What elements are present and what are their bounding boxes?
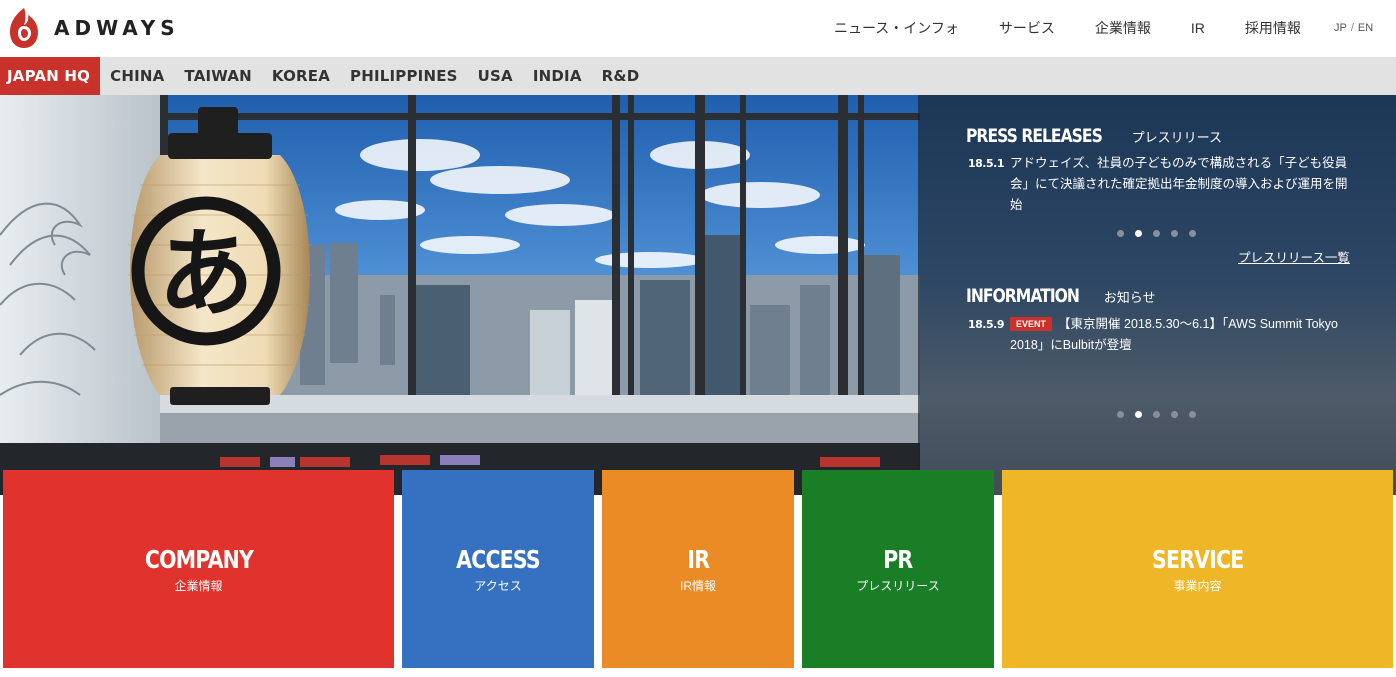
lang-jp[interactable]: JP bbox=[1334, 22, 1347, 34]
info-dot-1[interactable] bbox=[1117, 411, 1124, 418]
tab-japan-hq[interactable]: JAPAN HQ bbox=[0, 57, 101, 95]
info-title-en: INFORMATION bbox=[966, 285, 1080, 307]
press-text[interactable]: アドウェイズ、社員の子どものみで構成される「子ども役員会」にて決議された確定拠出… bbox=[1010, 153, 1358, 216]
tile-pr-subtitle: プレスリリース bbox=[856, 578, 940, 593]
tile-pr[interactable]: PR プレスリリース bbox=[802, 470, 994, 668]
language-switcher: JP / EN bbox=[1334, 22, 1373, 34]
category-tiles: COMPANY 企業情報 ACCESS アクセス IR IR情報 PR プレスリ… bbox=[0, 470, 1396, 677]
nav-recruit[interactable]: 採用情報 bbox=[1245, 18, 1301, 38]
press-dot-4[interactable] bbox=[1171, 230, 1178, 237]
press-release-list-link[interactable]: プレスリリース一覧 bbox=[1238, 247, 1350, 266]
event-badge: EVENT bbox=[1010, 317, 1053, 331]
information-item: 18.5.9 EVENT 【東京開催 2018.5.30〜6.1】「AWS Sum… bbox=[968, 314, 1358, 356]
press-dot-3[interactable] bbox=[1153, 230, 1160, 237]
tab-philippines[interactable]: PHILIPPINES bbox=[340, 57, 468, 95]
press-release-item: 18.5.1 アドウェイズ、社員の子どものみで構成される「子ども役員会」にて決議… bbox=[968, 153, 1358, 216]
information-heading: INFORMATION お知らせ bbox=[966, 285, 1156, 307]
info-text-wrap[interactable]: EVENT 【東京開催 2018.5.30〜6.1】「AWS Summit Tok… bbox=[1010, 314, 1358, 356]
tile-pr-title: PR bbox=[883, 544, 913, 574]
press-dot-2[interactable] bbox=[1135, 230, 1142, 237]
tile-ir-subtitle: IR情報 bbox=[679, 578, 716, 593]
tile-access-subtitle: アクセス bbox=[474, 578, 522, 593]
nav-news-info[interactable]: ニュース・インフォ bbox=[834, 18, 959, 38]
press-title-en: PRESS RELEASES bbox=[966, 125, 1103, 147]
adways-flame-icon bbox=[10, 8, 38, 48]
nav-company[interactable]: 企業情報 bbox=[1095, 18, 1151, 38]
tab-india[interactable]: INDIA bbox=[523, 57, 592, 95]
tile-service-subtitle: 事業内容 bbox=[1173, 578, 1222, 593]
news-panel: PRESS RELEASES プレスリリース 18.5.1 アドウェイズ、社員の… bbox=[918, 95, 1396, 495]
info-dot-5[interactable] bbox=[1189, 411, 1196, 418]
tab-korea[interactable]: KOREA bbox=[262, 57, 340, 95]
press-carousel-dots bbox=[1117, 230, 1196, 237]
lang-separator: / bbox=[1350, 22, 1354, 34]
global-nav: ニュース・インフォ サービス 企業情報 IR 採用情報 bbox=[834, 18, 1301, 38]
tab-china[interactable]: CHINA bbox=[100, 57, 174, 95]
region-tabs: JAPAN HQ CHINA TAIWAN KOREA PHILIPPINES … bbox=[0, 57, 1396, 95]
press-title-ja: プレスリリース bbox=[1131, 130, 1222, 145]
hero-banner: あ PRESS RELEASES プレスリリース 18.5.1 アドウェイズ、社… bbox=[0, 95, 1396, 495]
tile-access-title: ACCESS bbox=[456, 544, 540, 574]
nav-service[interactable]: サービス bbox=[999, 18, 1055, 38]
brand-name: ADWAYS bbox=[54, 16, 180, 40]
info-dot-3[interactable] bbox=[1153, 411, 1160, 418]
tab-taiwan[interactable]: TAIWAN bbox=[174, 57, 262, 95]
press-date: 18.5.1 bbox=[968, 157, 1004, 170]
site-header: ADWAYS ニュース・インフォ サービス 企業情報 IR 採用情報 JP / … bbox=[0, 0, 1396, 57]
info-title-ja: お知らせ bbox=[1103, 290, 1156, 305]
info-carousel-dots bbox=[1117, 411, 1196, 418]
press-releases-heading: PRESS RELEASES プレスリリース bbox=[966, 125, 1222, 147]
tile-access[interactable]: ACCESS アクセス bbox=[402, 470, 594, 668]
adways-logo[interactable]: ADWAYS bbox=[6, 6, 180, 50]
press-dot-1[interactable] bbox=[1117, 230, 1124, 237]
info-dot-2[interactable] bbox=[1135, 411, 1142, 418]
tile-company[interactable]: COMPANY 企業情報 bbox=[3, 470, 394, 668]
tile-ir-title: IR bbox=[687, 544, 710, 574]
tile-service[interactable]: SERVICE 事業内容 bbox=[1002, 470, 1393, 668]
info-text: 【東京開催 2018.5.30〜6.1】「AWS Summit Tokyo 20… bbox=[1010, 317, 1338, 352]
tile-company-subtitle: 企業情報 bbox=[174, 578, 223, 593]
tile-company-title: COMPANY bbox=[144, 544, 253, 574]
tab-rnd[interactable]: R&D bbox=[592, 57, 650, 95]
tab-usa[interactable]: USA bbox=[468, 57, 523, 95]
info-dot-4[interactable] bbox=[1171, 411, 1178, 418]
tile-ir[interactable]: IR IR情報 bbox=[602, 470, 794, 668]
tile-service-title: SERVICE bbox=[1151, 544, 1244, 574]
press-dot-5[interactable] bbox=[1189, 230, 1196, 237]
lantern-character: あ bbox=[158, 218, 254, 330]
nav-ir[interactable]: IR bbox=[1191, 20, 1205, 36]
info-date: 18.5.9 bbox=[968, 318, 1004, 331]
lang-en[interactable]: EN bbox=[1358, 22, 1373, 34]
